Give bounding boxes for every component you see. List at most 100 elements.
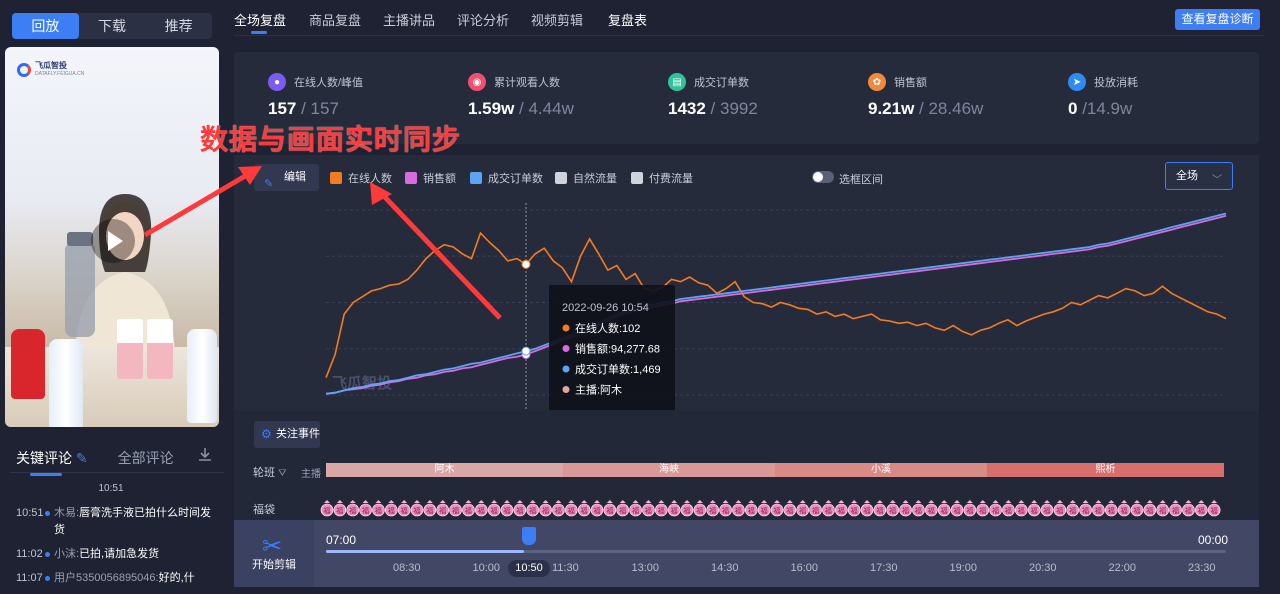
lucky-bag-icon[interactable]: 福 bbox=[1169, 500, 1182, 517]
host-segment[interactable]: 熙析 bbox=[987, 463, 1224, 477]
lucky-bag-icon[interactable]: 福 bbox=[719, 500, 732, 517]
lucky-bag-icon[interactable]: 福 bbox=[603, 500, 617, 517]
range-toggle[interactable] bbox=[812, 171, 834, 183]
lucky-bag-icon[interactable]: 福 bbox=[822, 500, 835, 517]
review-diagnosis-button[interactable]: 查看复盘诊断 bbox=[1175, 9, 1260, 30]
lucky-bag-icon[interactable]: 福 bbox=[384, 500, 398, 517]
lucky-bag-icon[interactable]: 福 bbox=[732, 500, 745, 517]
tab-video-clip[interactable]: 视频剪辑 bbox=[531, 10, 583, 29]
lucky-bag-icon[interactable]: 福 bbox=[1079, 500, 1092, 517]
lucky-bag-icon[interactable]: 福 bbox=[1053, 500, 1067, 517]
lucky-bag-icon[interactable]: 福 bbox=[423, 500, 437, 517]
lucky-bag-icon[interactable]: 福 bbox=[449, 500, 462, 517]
lucky-bag-icon[interactable]: 福 bbox=[924, 500, 938, 517]
legend-paid-traffic[interactable]: 付费流量 bbox=[631, 170, 693, 186]
tab-replay[interactable]: 回放 bbox=[12, 13, 79, 39]
lucky-bag-icon[interactable]: 福 bbox=[1130, 500, 1144, 517]
lucky-bag-icon[interactable]: 福 bbox=[860, 500, 874, 517]
lucky-bag-icon[interactable]: 福 bbox=[462, 500, 475, 517]
lucky-bag-icon[interactable]: 福 bbox=[976, 500, 990, 517]
lucky-bag-icon[interactable]: 福 bbox=[899, 500, 912, 517]
tab-product-review[interactable]: 商品复盘 bbox=[309, 10, 361, 29]
lucky-bag-icon[interactable]: 福 bbox=[873, 500, 887, 517]
lucky-bag-icon[interactable]: 福 bbox=[680, 500, 694, 517]
trend-chart[interactable]: 飞瓜智投2022-09-26 10:54在线人数:102销售额:94,277.6… bbox=[234, 155, 1259, 410]
lucky-bag-icon[interactable]: 福 bbox=[500, 500, 514, 517]
lucky-bag-icon[interactable]: 福 bbox=[796, 500, 810, 517]
lucky-bag-icon[interactable]: 福 bbox=[834, 500, 848, 517]
lucky-bag-icon[interactable]: 福 bbox=[590, 500, 604, 517]
lucky-bag-icon[interactable]: 福 bbox=[667, 500, 681, 517]
lucky-bag-icon[interactable]: 福 bbox=[783, 500, 797, 517]
lucky-bag-icon[interactable]: 福 bbox=[372, 500, 385, 517]
lucky-bag-icon[interactable]: 福 bbox=[654, 500, 668, 517]
lucky-bag-icon[interactable]: 福 bbox=[1182, 500, 1195, 517]
lucky-bag-icon[interactable]: 福 bbox=[912, 500, 925, 517]
lucky-bag-icon[interactable]: 福 bbox=[1143, 500, 1157, 517]
lucky-bag-icon[interactable]: 福 bbox=[642, 500, 655, 517]
focus-events-button[interactable]: ⚙ 关注事件 bbox=[254, 421, 320, 448]
lucky-bag-icon[interactable]: 福 bbox=[1014, 500, 1028, 517]
legend-orders[interactable]: 成交订单数 bbox=[470, 170, 543, 186]
lucky-bag-icon[interactable]: 福 bbox=[474, 500, 488, 517]
lucky-bag-icon[interactable]: 福 bbox=[1040, 500, 1054, 517]
lucky-bag-icon[interactable]: 福 bbox=[937, 500, 951, 517]
edit-pen-icon[interactable]: ✎ bbox=[76, 450, 88, 466]
lucky-bag-icon[interactable]: 福 bbox=[397, 500, 411, 517]
lucky-bag-icon[interactable]: 福 bbox=[886, 500, 900, 517]
edit-button[interactable]: ✎ 编辑 bbox=[254, 164, 319, 191]
lucky-bag-icon[interactable]: 福 bbox=[333, 500, 347, 517]
tab-review-sheet[interactable]: 复盘表 bbox=[608, 10, 647, 29]
legend-natural-traffic[interactable]: 自然流量 bbox=[555, 170, 617, 186]
lucky-bag-icon[interactable]: 福 bbox=[693, 500, 707, 517]
lucky-bag-icon[interactable]: 福 bbox=[989, 500, 1002, 517]
timeline-handle[interactable] bbox=[522, 527, 536, 545]
lucky-bag-icon[interactable]: 福 bbox=[1207, 500, 1221, 517]
lucky-bag-icon[interactable]: 福 bbox=[770, 500, 784, 517]
filter-icon[interactable]: ⛛ bbox=[278, 468, 286, 479]
play-icon[interactable] bbox=[91, 219, 135, 263]
lucky-bag-icon[interactable]: 福 bbox=[1002, 500, 1015, 517]
lucky-bag-icon[interactable]: 福 bbox=[487, 500, 501, 517]
lucky-bag-icon[interactable]: 福 bbox=[847, 500, 861, 517]
tab-comment-analysis[interactable]: 评论分析 bbox=[457, 10, 509, 29]
legend-online[interactable]: 在线人数 bbox=[330, 170, 392, 186]
lucky-bag-icon[interactable]: 福 bbox=[616, 500, 630, 517]
lucky-bag-icon[interactable]: 福 bbox=[629, 500, 642, 517]
lucky-bag-icon[interactable]: 福 bbox=[1156, 500, 1170, 517]
lucky-bag-icon[interactable]: 福 bbox=[410, 500, 424, 517]
lucky-bag-icon[interactable]: 福 bbox=[320, 500, 334, 517]
lucky-bag-icon[interactable]: 福 bbox=[1104, 500, 1118, 517]
lucky-bag-icon[interactable]: 福 bbox=[564, 500, 578, 517]
lucky-bag-icon[interactable]: 福 bbox=[1066, 500, 1080, 517]
start-clip-button[interactable]: ✂ 开始剪辑 bbox=[234, 520, 314, 587]
tab-full-review[interactable]: 全场复盘 bbox=[234, 10, 286, 29]
tab-host-pitch[interactable]: 主播讲品 bbox=[383, 10, 435, 29]
lucky-bag-icon[interactable]: 福 bbox=[1117, 500, 1131, 517]
tab-download[interactable]: 下载 bbox=[79, 13, 146, 39]
lucky-bag-icon[interactable]: 福 bbox=[513, 500, 527, 517]
tab-all-comments[interactable]: 全部评论 bbox=[118, 448, 174, 468]
download-icon[interactable] bbox=[198, 447, 212, 461]
lucky-bag-icon[interactable]: 福 bbox=[346, 500, 360, 517]
timeline-track[interactable] bbox=[326, 550, 1226, 553]
lucky-bag-icon[interactable]: 福 bbox=[963, 500, 977, 517]
lucky-bag-icon[interactable]: 福 bbox=[950, 500, 964, 517]
tab-recommend[interactable]: 推荐 bbox=[145, 13, 212, 39]
video-player[interactable]: 飞瓜智投 DATAFLY.FEIGUA.CN bbox=[5, 47, 219, 427]
lucky-bag-icon[interactable]: 福 bbox=[809, 500, 822, 517]
host-segment[interactable]: 海峡 bbox=[563, 463, 775, 477]
lucky-bag-icon[interactable]: 福 bbox=[744, 500, 758, 517]
lucky-bag-icon[interactable]: 福 bbox=[526, 500, 540, 517]
lucky-bag-icon[interactable]: 福 bbox=[577, 500, 591, 517]
lucky-bag-icon[interactable]: 福 bbox=[436, 500, 450, 517]
lucky-bag-icon[interactable]: 福 bbox=[539, 500, 552, 517]
host-segment[interactable]: 小溪 bbox=[775, 463, 987, 477]
tab-key-comments[interactable]: 关键评论 ✎ bbox=[16, 448, 88, 476]
lucky-bag-icon[interactable]: 福 bbox=[757, 500, 771, 517]
lucky-bag-icon[interactable]: 福 bbox=[552, 500, 565, 517]
legend-sales[interactable]: 销售额 bbox=[405, 170, 456, 186]
lucky-bag-icon[interactable]: 福 bbox=[706, 500, 720, 517]
scope-select[interactable]: 全场 ﹀ bbox=[1165, 162, 1233, 190]
lucky-bag-icon[interactable]: 福 bbox=[1027, 500, 1041, 517]
